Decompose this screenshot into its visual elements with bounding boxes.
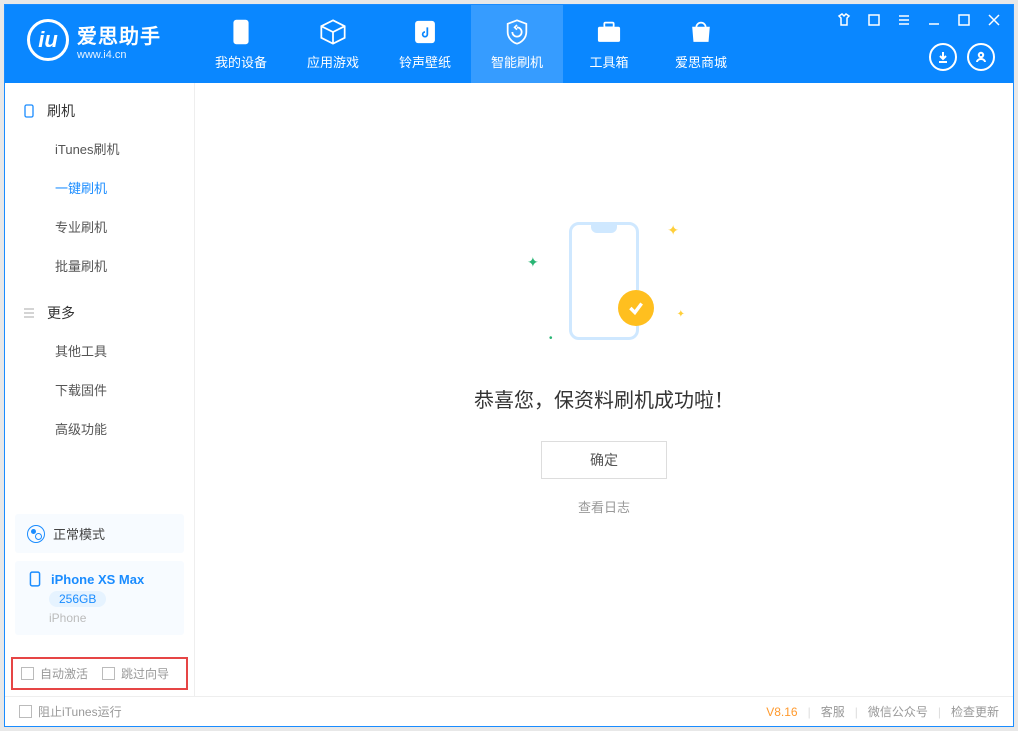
- divider: |: [855, 705, 858, 719]
- list-icon: [21, 305, 37, 321]
- checkbox-label: 阻止iTunes运行: [38, 703, 122, 720]
- tab-ringtones[interactable]: 铃声壁纸: [379, 5, 471, 83]
- sidebar-item-other-tools[interactable]: 其他工具: [5, 331, 194, 370]
- sidebar-group-more: 更多: [5, 295, 194, 331]
- user-button[interactable]: [967, 43, 995, 71]
- logo-area: iu 爱思助手 www.i4.cn: [5, 5, 195, 61]
- checkbox-block-itunes[interactable]: 阻止iTunes运行: [19, 703, 122, 720]
- checkbox-label: 自动激活: [40, 665, 88, 682]
- sidebar-bottom: 正常模式 iPhone XS Max 256GB iPhone: [5, 506, 194, 653]
- version-label: V8.16: [766, 705, 797, 719]
- skin-icon[interactable]: [865, 11, 883, 29]
- success-check-badge-icon: [618, 290, 654, 326]
- app-window: iu 爱思助手 www.i4.cn 我的设备 应用游戏 铃声壁纸 智能刷机: [4, 4, 1014, 727]
- menu-icon[interactable]: [895, 11, 913, 29]
- close-button[interactable]: [985, 11, 1003, 29]
- side-nav: 刷机 iTunes刷机 一键刷机 专业刷机 批量刷机 更多 其他工具 下载固件 …: [5, 83, 194, 506]
- header-round-buttons: [929, 43, 1003, 71]
- sidebar-group-label: 刷机: [47, 101, 75, 121]
- device-capacity: 256GB: [49, 591, 106, 607]
- sidebar-group-label: 更多: [47, 303, 75, 323]
- download-button[interactable]: [929, 43, 957, 71]
- divider: |: [938, 705, 941, 719]
- highlighted-checkbox-row: 自动激活 跳过向导: [11, 657, 188, 690]
- phone-outline-icon: [21, 103, 37, 119]
- statusbar: 阻止iTunes运行 V8.16 | 客服 | 微信公众号 | 检查更新: [5, 696, 1013, 726]
- checkbox-skip-guide[interactable]: 跳过向导: [102, 665, 169, 682]
- sidebar-group-flash: 刷机: [5, 93, 194, 129]
- success-message: 恭喜您，保资料刷机成功啦！: [474, 384, 734, 413]
- sidebar-item-pro-flash[interactable]: 专业刷机: [5, 207, 194, 246]
- sidebar-item-advanced[interactable]: 高级功能: [5, 409, 194, 448]
- sparkle-icon: ✦: [527, 254, 539, 271]
- titlebar: iu 爱思助手 www.i4.cn 我的设备 应用游戏 铃声壁纸 智能刷机: [5, 5, 1013, 83]
- tshirt-icon[interactable]: [835, 11, 853, 29]
- sparkle-icon: ✦: [667, 222, 679, 239]
- music-file-icon: [410, 17, 440, 47]
- sidebar-item-itunes-flash[interactable]: iTunes刷机: [5, 129, 194, 168]
- sidebar-item-batch-flash[interactable]: 批量刷机: [5, 246, 194, 285]
- tab-label: 应用游戏: [307, 52, 359, 71]
- divider: |: [808, 705, 811, 719]
- device-name-label: iPhone XS Max: [51, 572, 144, 587]
- tab-apps-games[interactable]: 应用游戏: [287, 5, 379, 83]
- statusbar-right: V8.16 | 客服 | 微信公众号 | 检查更新: [766, 703, 999, 720]
- shield-refresh-icon: [502, 17, 532, 47]
- minimize-button[interactable]: [925, 11, 943, 29]
- success-illustration: ✦ ✦ ✦ •: [519, 214, 689, 354]
- check-update-link[interactable]: 检查更新: [951, 703, 999, 720]
- sparkle-icon: ✦: [677, 309, 685, 320]
- tab-toolbox[interactable]: 工具箱: [563, 5, 655, 83]
- checkbox-label: 跳过向导: [121, 665, 169, 682]
- device-card[interactable]: iPhone XS Max 256GB iPhone: [15, 561, 184, 635]
- kefu-link[interactable]: 客服: [821, 703, 845, 720]
- tab-label: 爱思商城: [675, 52, 727, 71]
- maximize-button[interactable]: [955, 11, 973, 29]
- wechat-link[interactable]: 微信公众号: [868, 703, 928, 720]
- sidebar: 刷机 iTunes刷机 一键刷机 专业刷机 批量刷机 更多 其他工具 下载固件 …: [5, 83, 195, 696]
- device-phone-icon: [27, 571, 43, 587]
- bag-icon: [686, 17, 716, 47]
- sidebar-item-firmware[interactable]: 下载固件: [5, 370, 194, 409]
- tab-label: 我的设备: [215, 52, 267, 71]
- toolbox-icon: [594, 17, 624, 47]
- view-log-link[interactable]: 查看日志: [578, 497, 630, 516]
- tab-my-device[interactable]: 我的设备: [195, 5, 287, 83]
- tab-label: 铃声壁纸: [399, 52, 451, 71]
- tab-smart-flash[interactable]: 智能刷机: [471, 5, 563, 83]
- app-logo-icon: iu: [27, 19, 69, 61]
- mode-card[interactable]: 正常模式: [15, 514, 184, 553]
- device-sub: iPhone: [49, 611, 86, 625]
- tab-label: 智能刷机: [491, 52, 543, 71]
- checkbox-auto-activate[interactable]: 自动激活: [21, 665, 88, 682]
- phone-icon: [226, 17, 256, 47]
- tab-store[interactable]: 爱思商城: [655, 5, 747, 83]
- tab-label: 工具箱: [589, 52, 628, 71]
- title-controls: [835, 5, 1013, 83]
- main-tabs: 我的设备 应用游戏 铃声壁纸 智能刷机 工具箱 爱思商城: [195, 5, 747, 83]
- logo-text: 爱思助手 www.i4.cn: [77, 20, 161, 61]
- body: 刷机 iTunes刷机 一键刷机 专业刷机 批量刷机 更多 其他工具 下载固件 …: [5, 83, 1013, 696]
- app-subtitle: www.i4.cn: [77, 49, 161, 61]
- cube-icon: [318, 17, 348, 47]
- app-title: 爱思助手: [77, 20, 161, 49]
- sparkle-icon: •: [549, 333, 553, 344]
- mode-label: 正常模式: [53, 524, 105, 543]
- sidebar-item-onekey-flash[interactable]: 一键刷机: [5, 168, 194, 207]
- main-content: ✦ ✦ ✦ • 恭喜您，保资料刷机成功啦！ 确定 查看日志: [195, 83, 1013, 696]
- window-buttons: [835, 11, 1003, 29]
- mode-icon: [27, 525, 45, 543]
- ok-button[interactable]: 确定: [541, 441, 667, 479]
